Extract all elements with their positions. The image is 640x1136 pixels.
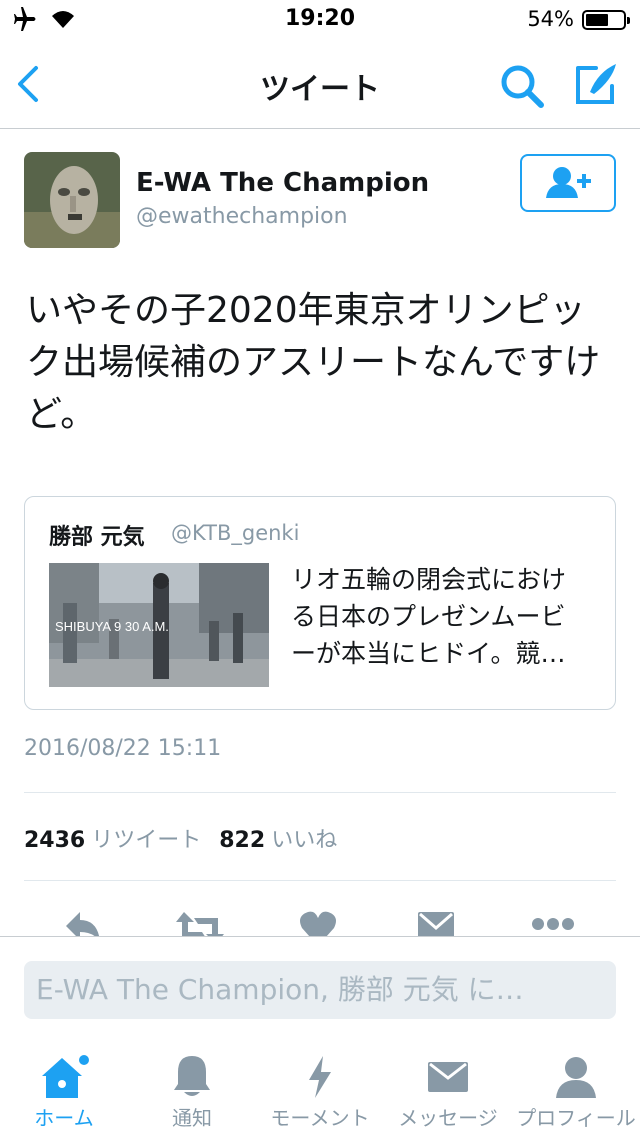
nav-bar: ツイート xyxy=(0,40,640,129)
quoted-text-line: リオ五輪の閉会式におけ xyxy=(291,565,567,594)
quoted-tweet-text: リオ五輪の閉会式におけ る日本のプレゼンムービ ーが本当にヒドイ。競… xyxy=(291,561,601,672)
like-label[interactable]: いいね xyxy=(271,828,337,853)
like-icon[interactable] xyxy=(298,908,338,936)
quoted-text-line: る日本のプレゼンムービ xyxy=(291,602,566,631)
tweet-timestamp: 2016/08/22 15:11 xyxy=(24,736,222,761)
author-name[interactable]: E-WA The Champion xyxy=(136,168,429,198)
lightning-icon xyxy=(309,1056,331,1098)
add-user-icon xyxy=(546,167,591,198)
person-icon xyxy=(556,1057,596,1098)
quoted-author-name: 勝部 元気 xyxy=(49,525,145,550)
tab-label: プロフィール xyxy=(516,1106,636,1130)
reply-input[interactable]: E-WA The Champion, 勝部 元気 に… xyxy=(24,961,616,1019)
author-handle[interactable]: @ewathechampion xyxy=(136,204,348,229)
tweet-text: いやその子2020年東京オリンピック出場候補のアスリートなんですけど。 xyxy=(26,290,601,435)
retweet-count[interactable]: 2436 xyxy=(24,828,85,853)
tab-home[interactable]: ホーム xyxy=(0,1036,128,1136)
tweet-actions xyxy=(0,898,640,936)
more-icon[interactable] xyxy=(530,908,576,936)
tab-moments[interactable]: モーメント xyxy=(256,1036,384,1136)
reply-icon[interactable] xyxy=(62,908,104,936)
search-icon[interactable] xyxy=(498,62,548,112)
tweet-stats: 2436 リツイート 822 いいね xyxy=(24,822,337,854)
retweet-icon[interactable] xyxy=(176,908,224,936)
retweet-label[interactable]: リツイート xyxy=(91,828,201,853)
tab-messages[interactable]: メッセージ xyxy=(384,1036,512,1136)
thumbnail-caption: SHIBUYA 9 30 A.M. xyxy=(55,619,169,634)
divider xyxy=(24,792,616,793)
home-icon xyxy=(42,1055,89,1098)
like-count[interactable]: 822 xyxy=(219,828,265,853)
tab-notifications[interactable]: 通知 xyxy=(128,1036,256,1136)
quoted-tweet-card[interactable]: 勝部 元気 @KTB_genki SHIBUYA 9 30 A.M. リオ五輪の… xyxy=(24,496,616,710)
quoted-thumbnail: SHIBUYA 9 30 A.M. xyxy=(49,563,269,687)
tab-label: メッセージ xyxy=(398,1106,498,1130)
battery-icon xyxy=(582,10,630,30)
tab-bar: ホーム 通知 モーメント メッセージ プロフィール xyxy=(0,1036,640,1136)
tab-label: モーメント xyxy=(270,1106,370,1130)
author-avatar[interactable] xyxy=(24,152,120,248)
follow-button[interactable] xyxy=(520,154,616,212)
tab-profile[interactable]: プロフィール xyxy=(512,1036,640,1136)
envelope-icon xyxy=(428,1062,468,1092)
tab-label: ホーム xyxy=(34,1106,94,1130)
message-icon[interactable] xyxy=(416,908,456,936)
compose-icon[interactable] xyxy=(572,58,622,108)
bell-icon xyxy=(174,1056,210,1096)
status-bar: 19:20 54% xyxy=(0,0,640,40)
reply-bar: E-WA The Champion, 勝部 元気 に… xyxy=(0,936,640,1037)
tab-label: 通知 xyxy=(172,1106,212,1130)
quoted-text-line: ーが本当にヒドイ。競… xyxy=(291,639,566,668)
divider xyxy=(24,880,616,881)
battery-percent: 54% xyxy=(527,7,574,31)
quoted-author-handle: @KTB_genki xyxy=(171,521,300,545)
